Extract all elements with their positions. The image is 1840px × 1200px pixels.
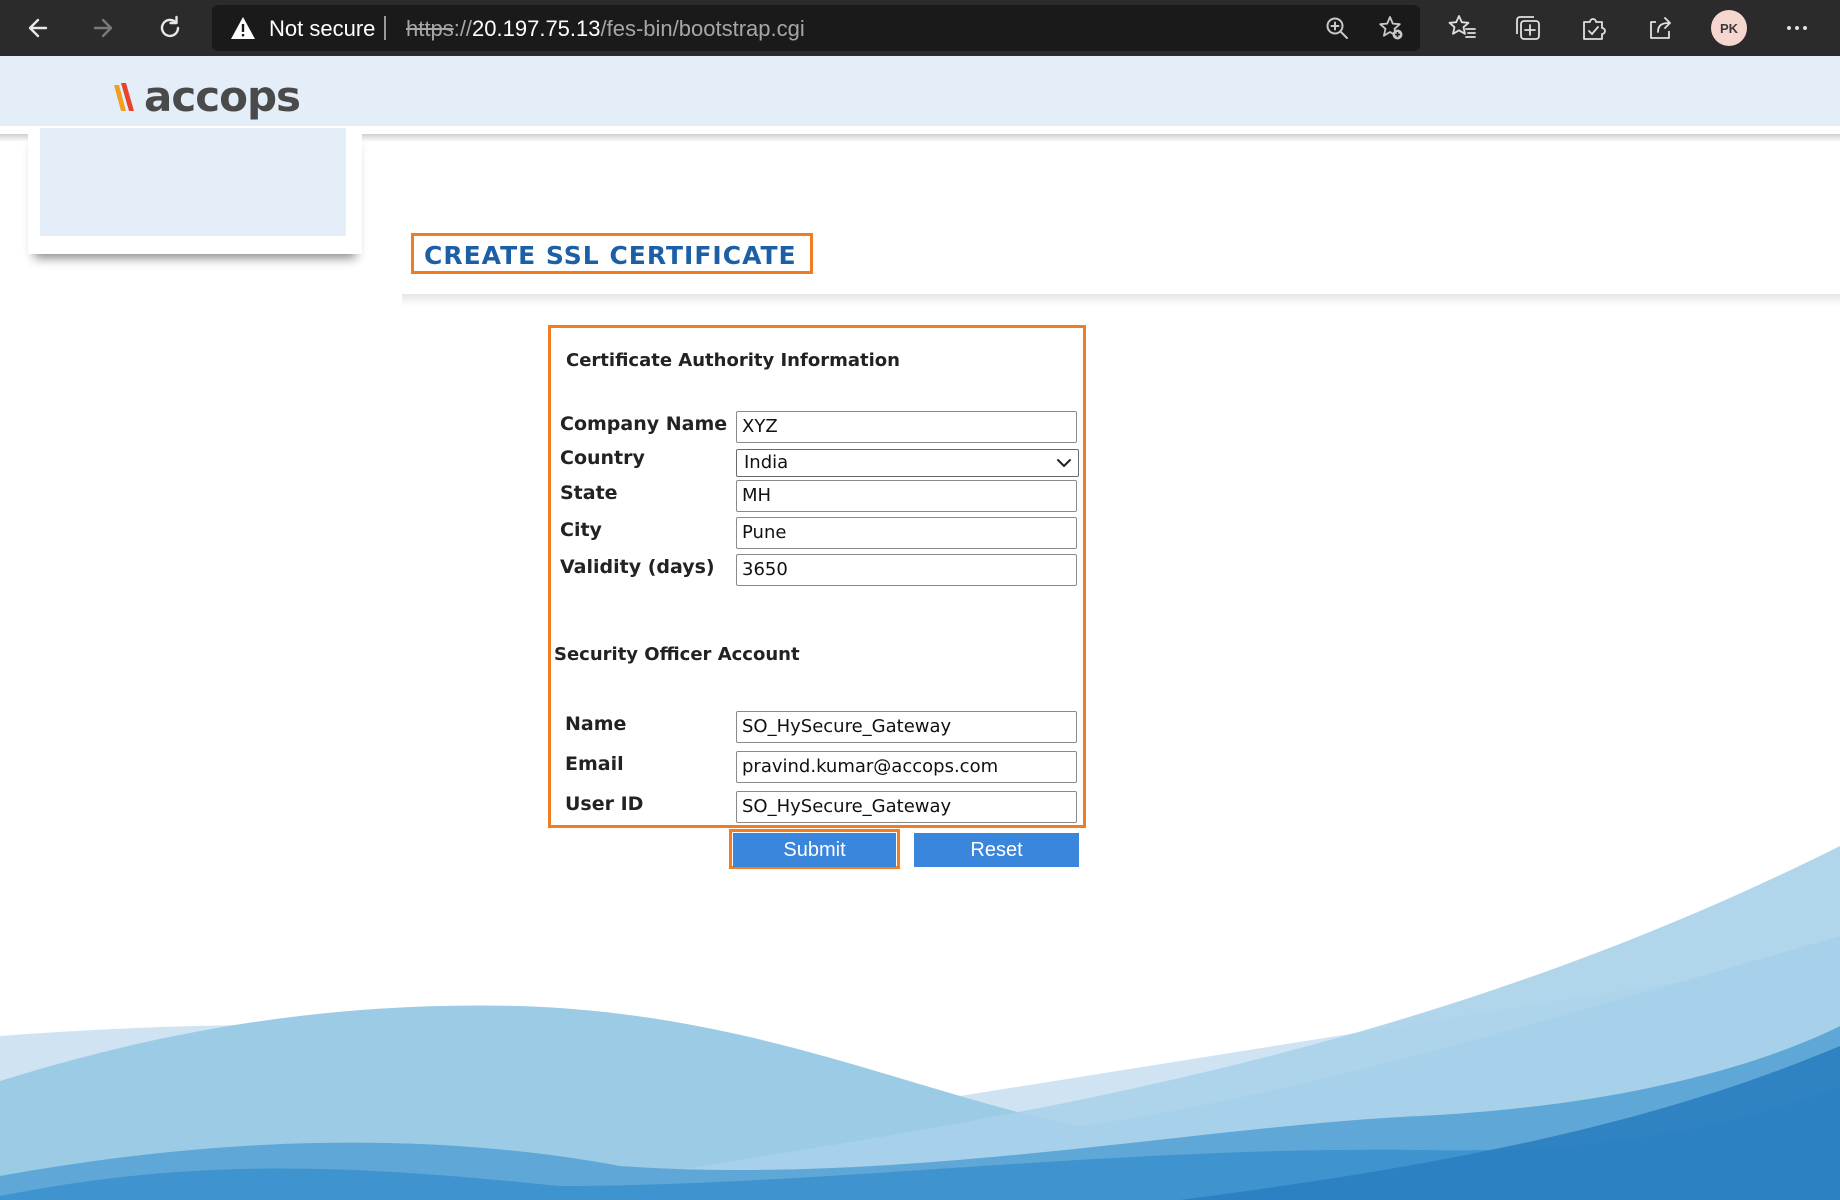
forward-icon[interactable]	[85, 10, 121, 46]
address-bar[interactable]: Not secure https://20.197.75.13/fes-bin/…	[212, 5, 1420, 51]
profile-avatar[interactable]: PK	[1711, 10, 1747, 46]
submit-button[interactable]: Submit	[733, 833, 896, 867]
warning-icon[interactable]	[230, 16, 256, 40]
favorites-icon[interactable]	[1446, 12, 1478, 44]
logo-mark-icon	[114, 83, 134, 111]
page-title: CREATE SSL CERTIFICATE	[424, 241, 797, 270]
logo-card-inner	[40, 128, 346, 236]
accops-logo: accops	[112, 71, 301, 121]
logo-card	[28, 128, 362, 254]
collections-icon[interactable]	[1512, 12, 1544, 44]
chevron-down-icon	[1057, 459, 1071, 467]
not-secure-label[interactable]: Not secure	[269, 16, 375, 42]
country-selected-value: India	[744, 452, 789, 473]
user-id-input[interactable]: SO_HySecure_Gateway	[736, 791, 1077, 823]
so-name-label: Name	[565, 713, 627, 735]
email-input[interactable]: pravind.kumar@accops.com	[736, 751, 1077, 783]
back-icon[interactable]	[20, 10, 56, 46]
company-name-label: Company Name	[560, 413, 728, 435]
logo-text: accops	[144, 71, 301, 121]
country-select[interactable]: India	[736, 449, 1079, 477]
browser-toolbar: Not secure https://20.197.75.13/fes-bin/…	[0, 0, 1840, 56]
so-section-title: Security Officer Account	[554, 644, 800, 665]
reset-button[interactable]: Reset	[914, 833, 1079, 867]
add-favorite-icon[interactable]	[1378, 15, 1404, 41]
validity-label: Validity (days)	[560, 556, 715, 578]
extensions-icon[interactable]	[1578, 12, 1610, 44]
url-separator	[384, 16, 386, 40]
more-menu-icon[interactable]	[1781, 12, 1813, 44]
validity-input[interactable]: 3650	[736, 554, 1077, 586]
so-name-input[interactable]: SO_HySecure_Gateway	[736, 711, 1077, 743]
city-label: City	[560, 519, 602, 541]
zoom-icon[interactable]	[1324, 15, 1350, 41]
certificate-form: Certificate Authority Information Compan…	[548, 325, 1086, 828]
ca-section-title: Certificate Authority Information	[566, 350, 900, 371]
url-text[interactable]: https://20.197.75.13/fes-bin/bootstrap.c…	[406, 16, 805, 42]
title-divider	[402, 294, 1840, 306]
url-path: /fes-bin/bootstrap.cgi	[600, 16, 805, 41]
state-label: State	[560, 482, 618, 504]
url-host: 20.197.75.13	[472, 16, 601, 41]
user-id-label: User ID	[565, 793, 644, 815]
state-input[interactable]: MH	[736, 480, 1077, 512]
city-input[interactable]: Pune	[736, 517, 1077, 549]
url-scheme-separator: ://	[453, 16, 473, 41]
url-scheme: https	[406, 16, 454, 41]
page-content: accops CREATE SSL CERTIFICATE Certificat…	[0, 56, 1840, 1200]
email-label: Email	[565, 753, 624, 775]
country-label: Country	[560, 447, 645, 469]
page-title-highlight: CREATE SSL CERTIFICATE	[411, 233, 813, 274]
refresh-icon[interactable]	[152, 10, 188, 46]
share-icon[interactable]	[1644, 12, 1676, 44]
company-name-input[interactable]: XYZ	[736, 411, 1077, 443]
